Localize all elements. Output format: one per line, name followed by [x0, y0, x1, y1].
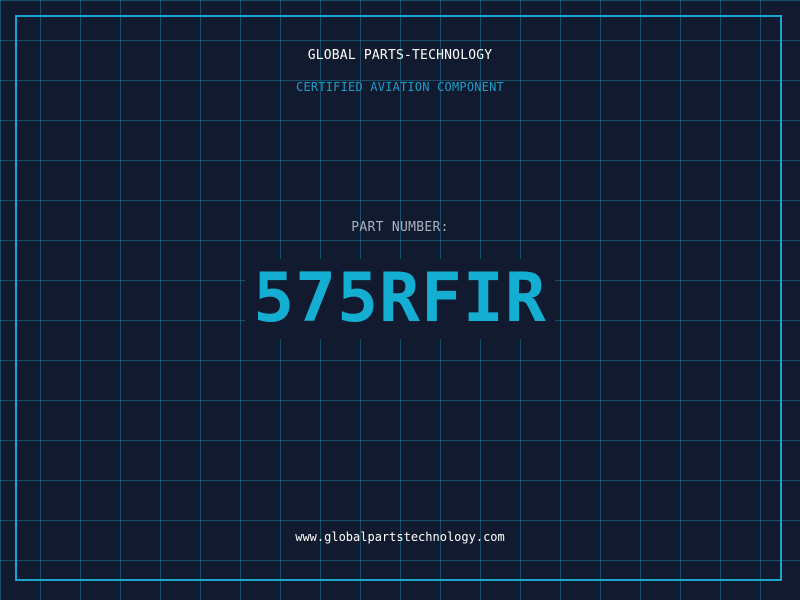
part-number-block: 575RFIR — [0, 259, 800, 339]
part-number-label: PART NUMBER: — [351, 220, 449, 235]
company-tagline: CERTIFIED AVIATION COMPONENT — [296, 80, 504, 94]
website-url: www.globalpartstechnology.com — [295, 530, 505, 544]
company-name: GLOBAL PARTS-TECHNOLOGY — [307, 48, 493, 63]
part-number-value: 575RFIR — [245, 259, 555, 339]
